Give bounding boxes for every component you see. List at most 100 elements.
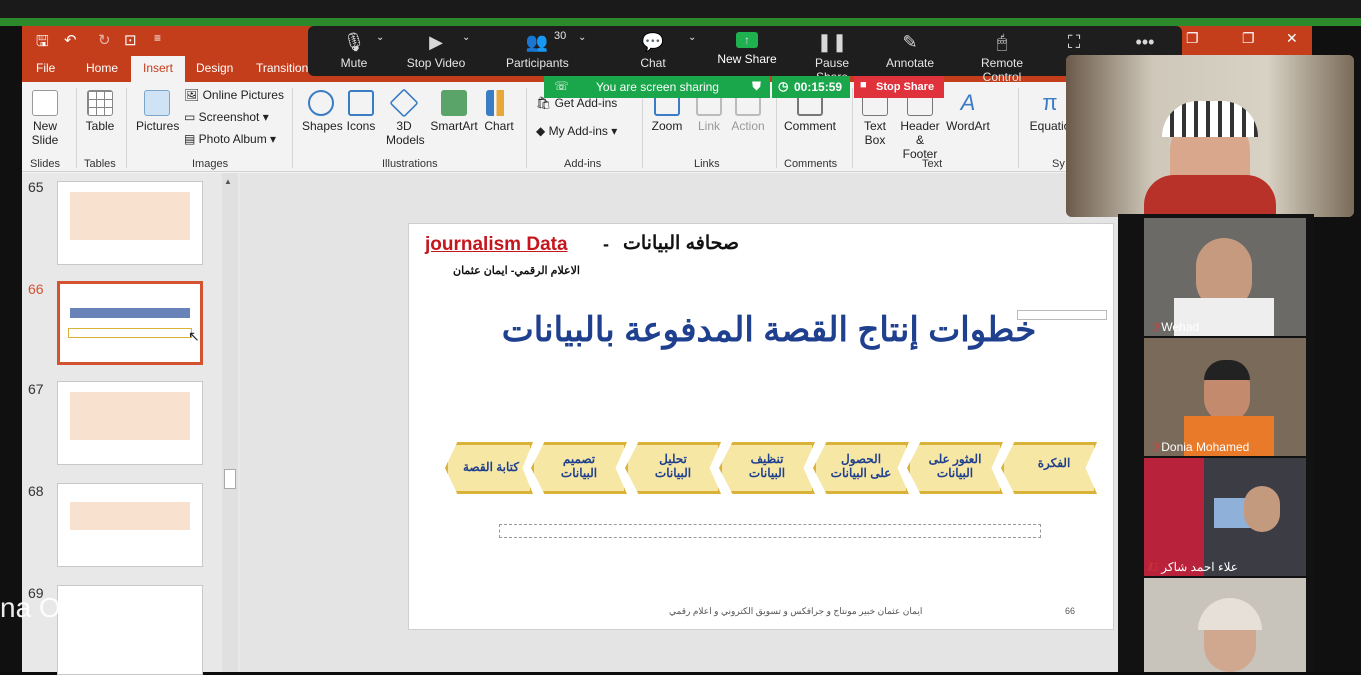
pictures-icon	[144, 90, 170, 116]
3d-models-button[interactable]: 3D Models	[386, 88, 425, 147]
group-slides: Slides	[30, 158, 60, 170]
chevron-down-icon: ▾	[259, 110, 269, 124]
restore-icon[interactable]: ❐	[1186, 30, 1199, 47]
participant-video	[1144, 458, 1204, 576]
table-button[interactable]: Table	[84, 90, 116, 133]
step-label: كتابة القصة	[463, 460, 519, 474]
thumbnail-number: 65	[28, 179, 44, 195]
chevron-down-icon[interactable]: ⌄	[376, 32, 384, 43]
divider	[126, 88, 127, 168]
mute-button[interactable]: 🎙 Mute	[334, 32, 374, 70]
more-button[interactable]: •••	[1130, 32, 1160, 56]
slide-thumbnail[interactable]	[57, 381, 203, 465]
pi-icon: π	[1042, 90, 1058, 115]
new-share-button[interactable]: ↑ New Share	[714, 32, 780, 66]
divider	[1018, 88, 1019, 168]
participant-name: 🎙̸ Donia Mohamed	[1150, 440, 1250, 454]
group-images: Images	[192, 158, 229, 170]
speaker-shirt	[1144, 175, 1276, 217]
stop-video-button[interactable]: ▶ Stop Video	[404, 32, 468, 70]
my-addins-button[interactable]: ◆ My Add-ins ▾	[536, 124, 617, 138]
icons-button[interactable]: Icons	[344, 90, 378, 133]
chevron-down-icon: ▾	[266, 132, 277, 146]
chart-button[interactable]: Chart	[482, 90, 516, 133]
annotate-button[interactable]: ✎ Annotate	[884, 32, 936, 70]
divider	[292, 88, 293, 168]
current-slide[interactable]: journalism Data - صحافه البيانات الاعلام…	[408, 223, 1114, 630]
cube-icon	[389, 88, 419, 118]
text-placeholder[interactable]	[499, 524, 1041, 538]
icons-icon	[348, 90, 374, 116]
scrollbar-thumb[interactable]	[224, 469, 236, 489]
get-addins-button[interactable]: 🛍 Get Add-ins	[536, 96, 617, 110]
tab-home[interactable]: Home	[86, 61, 118, 75]
share-status-bar: ☏ You are screen sharing ⛊ ◷ 00:15:59 ■ …	[544, 76, 944, 98]
zoom-toolbar: 🎙 Mute ⌄ ▶ Stop Video ⌄ 👥 Participants 3…	[308, 26, 1182, 84]
pencil-icon: ✎	[902, 32, 918, 52]
online-pictures-button[interactable]: 🖼 Online Pictures	[184, 88, 284, 102]
addins-icon: ◆	[536, 124, 549, 138]
video-camera-icon: ▶	[429, 32, 443, 52]
slide-footer: ايمان عثمان خبير مونتاج و جرافكس و تسويق…	[669, 606, 923, 616]
scroll-up-icon[interactable]: ▲	[224, 177, 232, 186]
tab-transitions[interactable]: Transitions	[256, 61, 314, 75]
redo-icon[interactable]: ↻	[98, 31, 111, 49]
screenshot-button[interactable]: ▭ Screenshot ▾	[184, 110, 269, 124]
steps-process: الفكرة العثور على البيانات الحصول على ال…	[445, 442, 1097, 494]
pictures-button[interactable]: Pictures	[136, 90, 179, 133]
participant-tile[interactable]: 🎙̸ علاء احمد شاكر	[1144, 458, 1306, 576]
chevron-down-icon[interactable]: ⌄	[578, 32, 586, 43]
store-icon: 🛍	[536, 96, 555, 110]
share-status: ☏ You are screen sharing ⛊	[544, 76, 770, 98]
slide-title: خطوات إنتاج القصة المدفوعة بالبيانات	[501, 311, 1037, 349]
header-footer-button[interactable]: Header & Footer	[898, 90, 942, 161]
wordart-button[interactable]: A WordArt	[946, 90, 990, 133]
shapes-button[interactable]: Shapes	[302, 90, 343, 133]
participant-tile[interactable]: 🎙̸ Wehad	[1144, 218, 1306, 336]
divider	[776, 88, 777, 168]
participant-headscarf	[1204, 360, 1250, 380]
divider	[526, 88, 527, 168]
smartart-button[interactable]: SmartArt	[430, 90, 478, 133]
tab-file[interactable]: File	[36, 61, 55, 75]
slide-thumbnail[interactable]	[57, 483, 203, 567]
slide-thumbnail-selected[interactable]: ↖	[57, 281, 203, 365]
participant-tile[interactable]	[1144, 578, 1306, 672]
step-label: تصميم البيانات	[560, 452, 598, 480]
stop-square-icon: ■	[860, 79, 867, 91]
stop-share-button[interactable]: ■ Stop Share	[854, 76, 944, 98]
remote-control-button[interactable]: 🖱 Remote Control	[960, 32, 1044, 84]
customize-qat-icon[interactable]: ≡	[154, 31, 161, 45]
apps-icon: ⛶	[1067, 32, 1081, 52]
text-box-button[interactable]: Text Box	[860, 90, 890, 147]
save-icon[interactable]: 🖫	[36, 31, 49, 56]
present-icon[interactable]: ⊡	[124, 31, 137, 49]
slide-thumbnail[interactable]	[57, 181, 203, 265]
caption-overlay: na O reen	[0, 592, 125, 623]
thumbnails-scrollbar[interactable]: ▲	[222, 173, 238, 672]
close-icon[interactable]: ✕	[1286, 30, 1298, 47]
slide-editor: journalism Data - صحافه البيانات الاعلام…	[240, 173, 1140, 672]
chevron-down-icon[interactable]: ⌄	[462, 32, 470, 43]
thumbnail-steps	[68, 328, 192, 338]
participant-name: 🎙̸ علاء احمد شاكر	[1150, 560, 1238, 574]
undo-icon[interactable]: ↶	[64, 31, 77, 49]
chevron-down-icon: ▾	[607, 124, 618, 138]
chevron-down-icon[interactable]: ⌄	[688, 32, 696, 43]
active-speaker-video[interactable]	[1066, 55, 1354, 217]
top-strip	[0, 0, 1361, 18]
participant-gallery: 🎙̸ Wehad 🎙̸ Donia Mohamed 🎙̸ علاء احمد شاكر	[1118, 214, 1314, 672]
group-links: Links	[694, 158, 720, 170]
shield-icon: ⛊	[752, 79, 762, 93]
new-slide-button[interactable]: New Slide	[28, 90, 62, 147]
photo-album-button[interactable]: ▤ Photo Album ▾	[184, 132, 276, 146]
screenshot-icon: ▭	[184, 110, 199, 124]
restore-down-icon[interactable]: ❐	[1242, 30, 1255, 47]
tab-insert[interactable]: Insert	[131, 56, 186, 82]
participant-name: 🎙̸ Wehad	[1150, 320, 1200, 334]
tab-design[interactable]: Design	[196, 61, 233, 75]
divider	[642, 88, 643, 168]
step-label: الحصول على البيانات	[830, 452, 892, 480]
participant-tile[interactable]: 🎙̸ Donia Mohamed	[1144, 338, 1306, 456]
chat-button[interactable]: 💬 Chat	[636, 32, 670, 70]
